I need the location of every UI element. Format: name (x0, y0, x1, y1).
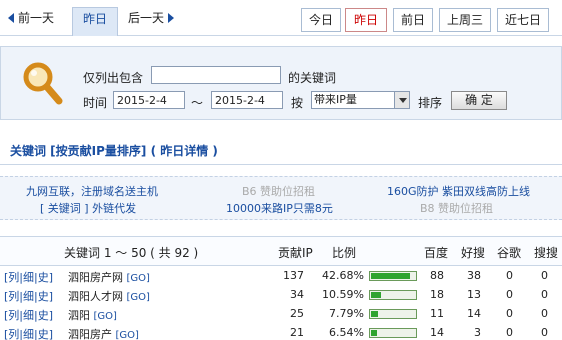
sort-field-select[interactable]: 带来IP量 (311, 91, 410, 109)
col-haosou[interactable]: 好搜 (461, 244, 485, 261)
arrow-left-icon (8, 13, 14, 23)
row-action-links[interactable]: [列|细|史] (4, 269, 53, 285)
tab-last-seven-days[interactable]: 近七日 (497, 8, 549, 32)
row-action-links[interactable]: [列|细|史] (4, 307, 53, 323)
row-google: 0 (506, 326, 513, 339)
col-contribution-ip[interactable]: 贡献IP (278, 244, 313, 261)
go-link[interactable]: [GO] (127, 292, 150, 303)
ratio-bar (369, 290, 417, 300)
keyword-suffix-label: 的关键词 (288, 71, 337, 85)
row-keyword: 泗阳人才网 [GO] (68, 290, 150, 303)
row-ip: 34 (290, 288, 304, 301)
by-label: 按 (291, 96, 304, 110)
keyword-filter-input[interactable] (151, 66, 281, 84)
row-baidu: 88 (430, 269, 444, 282)
prev-day-link[interactable]: 前一天 (8, 7, 54, 29)
ad-link[interactable]: B8 赞助位招租 (420, 200, 493, 216)
ad-block: 九网互联，注册域名送主机 B6 赞助位招租 160G防护 紫田双线高防上线 [ … (0, 176, 562, 220)
date-range-separator: ～ (191, 96, 204, 110)
row-baidu: 18 (430, 288, 444, 301)
col-keyword: 关键词 1 ～ 50 ( 共 92 ) (64, 246, 199, 260)
ratio-bar (369, 271, 417, 281)
go-link[interactable]: [GO] (116, 330, 139, 340)
tab-day-before[interactable]: 前日 (393, 8, 433, 32)
row-haosou: 14 (467, 307, 481, 320)
row-haosou: 3 (474, 326, 481, 339)
go-link[interactable]: [GO] (94, 311, 117, 322)
row-keyword: 泗阳房产网 [GO] (68, 271, 150, 284)
section-title: 关键词 [按贡献IP量排序] ( 昨日详情 ) (10, 144, 218, 158)
date-from-input[interactable] (113, 91, 185, 109)
chevron-down-icon (394, 92, 409, 108)
row-keyword: 泗阳房产 [GO] (68, 328, 139, 340)
only-list-label: 仅列出包含 (83, 71, 144, 85)
row-baidu: 14 (430, 326, 444, 339)
row-sougou: 0 (541, 269, 548, 282)
row-google: 0 (506, 288, 513, 301)
tab-yesterday[interactable]: 昨日 (345, 8, 387, 32)
ad-link[interactable]: B6 赞助位招租 (242, 183, 315, 199)
row-sougou: 0 (541, 307, 548, 320)
ratio-bar-fill (371, 273, 410, 279)
row-sougou: 0 (541, 288, 548, 301)
confirm-button[interactable]: 确 定 (451, 91, 507, 110)
col-ratio: 比例 (332, 246, 357, 260)
row-ratio: 7.79% (329, 307, 364, 320)
ad-link[interactable]: [ 关键词 ] 外链代发 (40, 200, 136, 216)
ratio-bar-fill (371, 311, 378, 317)
ratio-bar-fill (371, 330, 377, 336)
go-link[interactable]: [GO] (127, 273, 150, 284)
table-row: [列|细|史] 泗阳 [GO] 25 7.79% 11 14 0 0 (0, 305, 562, 324)
table-row: [列|细|史] 泗阳房产网 [GO] 137 42.68% 88 38 0 0 (0, 267, 562, 286)
row-keyword: 泗阳 [GO] (68, 309, 117, 322)
arrow-right-icon (168, 13, 175, 23)
row-baidu: 11 (430, 307, 444, 320)
col-sougou[interactable]: 搜搜 (534, 244, 558, 261)
table-row: [列|细|史] 泗阳人才网 [GO] 34 10.59% 18 13 0 0 (0, 286, 562, 305)
magnifier-icon (23, 62, 63, 105)
ad-link[interactable]: 10000来路IP只需8元 (226, 200, 333, 216)
row-haosou: 38 (467, 269, 481, 282)
time-label: 时间 (83, 96, 108, 110)
row-google: 0 (506, 269, 513, 282)
row-sougou: 0 (541, 326, 548, 339)
row-ip: 21 (290, 326, 304, 339)
date-to-input[interactable] (211, 91, 283, 109)
row-ip: 25 (290, 307, 304, 320)
row-google: 0 (506, 307, 513, 320)
current-day-tab[interactable]: 昨日 (72, 7, 118, 36)
row-ip: 137 (283, 269, 304, 282)
top-nav-bar: 前一天 昨日 后一天 今日 昨日 前日 上周三 近七日 (0, 0, 562, 36)
sort-field-value: 带来IP量 (314, 93, 357, 106)
row-ratio: 10.59% (322, 288, 364, 301)
table-header: 关键词 1 ～ 50 ( 共 92 ) 贡献IP 比例 百度 好搜 谷歌 搜搜 (0, 236, 562, 266)
tab-today[interactable]: 今日 (301, 8, 341, 32)
row-haosou: 13 (467, 288, 481, 301)
filter-panel: 仅列出包含 的关键词 时间 ～ 按 带来IP量 排序 确 定 (0, 46, 562, 120)
ratio-bar (369, 309, 417, 319)
table-row: [列|细|史] 泗阳房产 [GO] 21 6.54% 14 3 0 0 (0, 324, 562, 340)
row-action-links[interactable]: [列|细|史] (4, 288, 53, 304)
row-action-links[interactable]: [列|细|史] (4, 326, 53, 340)
ad-link[interactable]: 160G防护 紫田双线高防上线 (387, 183, 530, 199)
sort-label: 排序 (418, 96, 443, 110)
col-google[interactable]: 谷歌 (497, 244, 521, 261)
tab-last-wednesday[interactable]: 上周三 (439, 8, 491, 32)
ratio-bar-fill (371, 292, 381, 298)
divider (0, 164, 562, 165)
row-ratio: 6.54% (329, 326, 364, 339)
ratio-bar (369, 328, 417, 338)
row-ratio: 42.68% (322, 269, 364, 282)
col-baidu[interactable]: 百度 (424, 244, 448, 261)
next-day-link[interactable]: 后一天 (128, 7, 175, 29)
ad-link[interactable]: 九网互联，注册域名送主机 (26, 183, 158, 199)
